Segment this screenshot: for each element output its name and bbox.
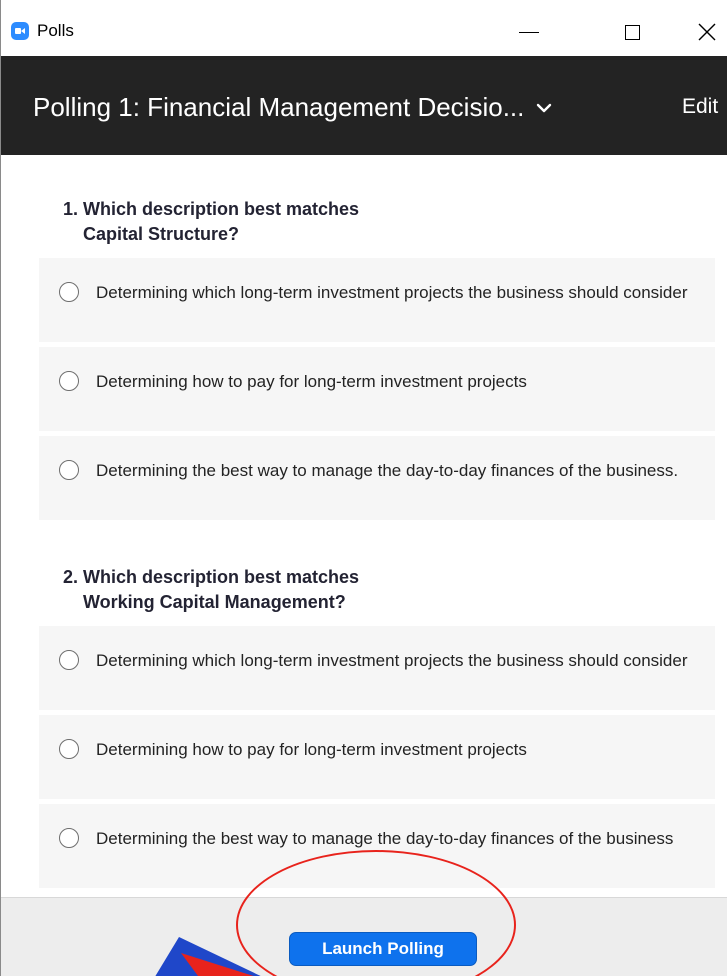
answer-option-label: Determining which long-term investment p… (96, 651, 688, 670)
radio-button[interactable] (59, 828, 79, 848)
radio-button[interactable] (59, 650, 79, 670)
question-title: 1. Which description best matches Capita… (63, 197, 359, 247)
window-title: Polls (37, 21, 74, 40)
answer-option-label: Determining the best way to manage the d… (96, 829, 674, 848)
answer-option-label: Determining how to pay for long-term inv… (96, 740, 527, 759)
poll-footer: Launch Polling (1, 897, 727, 976)
answer-option[interactable]: Determining how to pay for long-term inv… (39, 347, 715, 431)
polls-window: Polls Polling 1: Financial Management De… (0, 0, 727, 976)
chevron-down-icon (537, 103, 552, 112)
question-line: Working Capital Management? (83, 592, 346, 612)
question-line: 2. Which description best matches (63, 567, 360, 587)
answer-option[interactable]: Determining the best way to manage the d… (39, 436, 715, 520)
question-line: 1. Which description best matches (63, 199, 360, 219)
answer-option[interactable]: Determining how to pay for long-term inv… (39, 715, 715, 799)
edit-button[interactable]: Edit (682, 95, 718, 119)
answer-option-label: Determining the best way to manage the d… (96, 461, 679, 480)
question-title: 2. Which description best matches Workin… (63, 565, 359, 615)
minimize-button[interactable] (506, 14, 552, 50)
poll-questions: 1. Which description best matches Capita… (1, 155, 727, 897)
answer-option[interactable]: Determining the best way to manage the d… (39, 804, 715, 888)
poll-title-dropdown[interactable]: Polling 1: Financial Management Decisio.… (33, 92, 554, 123)
answer-option[interactable]: Determining which long-term investment p… (39, 258, 715, 342)
close-button[interactable] (684, 14, 727, 50)
zoom-camera-icon (11, 22, 29, 40)
answer-option-label: Determining how to pay for long-term inv… (96, 372, 527, 391)
poll-header: Polling 1: Financial Management Decisio.… (1, 56, 727, 155)
minimize-icon (519, 31, 539, 33)
answer-option-label: Determining which long-term investment p… (96, 283, 688, 302)
radio-button[interactable] (59, 460, 79, 480)
answer-option[interactable]: Determining which long-term investment p… (39, 626, 715, 710)
title-bar: Polls (1, 0, 727, 56)
maximize-icon (624, 24, 640, 40)
radio-button[interactable] (59, 371, 79, 391)
radio-button[interactable] (59, 282, 79, 302)
radio-button[interactable] (59, 739, 79, 759)
maximize-button[interactable] (609, 14, 655, 50)
close-icon (698, 23, 716, 41)
question-line: Capital Structure? (83, 224, 240, 244)
poll-title: Polling 1: Financial Management Decisio.… (33, 92, 525, 122)
launch-polling-button[interactable]: Launch Polling (289, 932, 477, 966)
